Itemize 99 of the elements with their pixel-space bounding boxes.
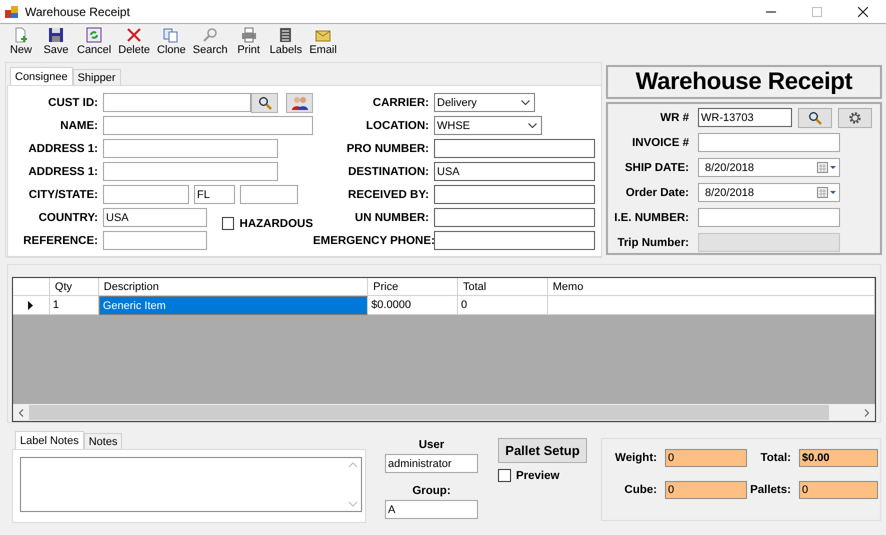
- field-label: RECEIVED BY:: [347, 188, 430, 200]
- input-field[interactable]: USA: [103, 208, 207, 227]
- refresh-icon: [86, 27, 102, 43]
- toolbar-button[interactable]: Delete: [115, 27, 154, 56]
- checkbox-label: HAZARDOUS: [240, 218, 313, 230]
- input-field[interactable]: [434, 231, 595, 250]
- gear-icon: [848, 110, 862, 124]
- input-field[interactable]: WR-13703: [698, 108, 792, 127]
- calendar-icon: [817, 186, 837, 198]
- field-label: SHIP DATE:: [624, 162, 690, 174]
- field-label: Cube:: [623, 484, 658, 496]
- tab[interactable]: Consignee: [10, 67, 73, 85]
- field-label: Pallets:: [749, 484, 792, 496]
- input-field[interactable]: [434, 185, 595, 204]
- document-stack-icon: [278, 27, 294, 43]
- search-icon: [202, 27, 218, 43]
- zip-field[interactable]: [240, 185, 298, 204]
- dropdown[interactable]: WHSE: [434, 116, 542, 135]
- window-title: Warehouse Receipt: [25, 4, 130, 18]
- field-label: WR #: [659, 112, 690, 124]
- notes-field[interactable]: [20, 457, 362, 512]
- field-label: LOCATION:: [364, 120, 430, 132]
- city-field[interactable]: [103, 185, 189, 204]
- input-field[interactable]: [103, 93, 251, 112]
- field-label: ADDRESS 1:: [27, 166, 99, 178]
- toolbar-button[interactable]: Print: [232, 27, 266, 56]
- field-label: CUST ID:: [47, 96, 99, 108]
- checkbox-label: Preview: [516, 470, 560, 482]
- field-label: CARRIER:: [372, 96, 430, 108]
- date-picker[interactable]: 8/20/2018: [698, 158, 840, 177]
- preview-checkbox[interactable]: [498, 469, 511, 482]
- field-label: UN NUMBER:: [354, 212, 430, 224]
- user-field[interactable]: administrator: [385, 454, 478, 473]
- form-heading: Warehouse Receipt: [636, 68, 852, 96]
- toolbar-button[interactable]: Save: [39, 27, 73, 56]
- field-label: I.E. NUMBER:: [613, 212, 690, 224]
- input-field[interactable]: [434, 208, 595, 227]
- field-label: EMERGENCY PHONE:: [313, 234, 434, 246]
- field-label: Total:: [760, 452, 792, 464]
- field-label: Group:: [412, 485, 451, 497]
- tab[interactable]: Label Notes: [15, 431, 84, 449]
- tab[interactable]: Shipper: [72, 69, 121, 85]
- input-field[interactable]: [103, 116, 313, 135]
- date-picker[interactable]: 8/20/2018: [698, 183, 840, 202]
- printer-icon: [240, 27, 257, 43]
- close-icon: [858, 6, 868, 16]
- field-label: Trip Number:: [616, 236, 690, 248]
- dropdown[interactable]: Delivery: [434, 93, 535, 112]
- field-label: User: [418, 439, 444, 451]
- caret-icon: [521, 100, 530, 105]
- field-label: INVOICE #: [631, 136, 690, 148]
- field-label: Order Date:: [624, 186, 690, 198]
- people-icon: [290, 94, 308, 110]
- search-button[interactable]: [798, 108, 832, 128]
- field-label: REFERENCE:: [22, 234, 99, 246]
- field-label: CITY/STATE:: [28, 188, 99, 200]
- input-field[interactable]: USA: [434, 162, 595, 181]
- calendar-icon: [817, 162, 837, 174]
- input-field[interactable]: [103, 162, 278, 181]
- table-cell[interactable]: Generic Item: [98, 296, 368, 315]
- field-label: Weight:: [614, 452, 658, 464]
- state-field[interactable]: FL: [194, 185, 235, 204]
- input-field[interactable]: [103, 139, 278, 158]
- new-document-icon: [13, 27, 29, 43]
- toolbar-button[interactable]: New: [4, 27, 38, 56]
- toolbar-button[interactable]: Email: [306, 27, 340, 56]
- group-field[interactable]: A: [385, 500, 478, 519]
- pallet-setup-button[interactable]: Pallet Setup: [498, 438, 587, 463]
- field-label: DESTINATION:: [347, 166, 430, 178]
- horizontal-scrollbar[interactable]: [13, 404, 875, 421]
- caret-icon: [528, 123, 537, 128]
- total-field[interactable]: $0.00: [799, 448, 878, 466]
- toolbar-button[interactable]: Labels: [266, 27, 306, 56]
- toolbar-button[interactable]: Clone: [154, 27, 189, 56]
- search-icon: [808, 110, 822, 124]
- search-button[interactable]: [251, 92, 278, 112]
- customer-button[interactable]: [286, 92, 313, 112]
- toolbar-button[interactable]: Cancel: [74, 27, 114, 56]
- copy-icon: [163, 27, 180, 43]
- field-label: ADDRESS 1:: [27, 142, 99, 154]
- field-label: NAME:: [59, 120, 99, 132]
- total-field[interactable]: 0: [665, 448, 747, 466]
- settings-button[interactable]: [838, 108, 872, 128]
- hazardous-checkbox[interactable]: [222, 217, 234, 230]
- maximize-icon: [812, 6, 822, 16]
- field-label: PRO NUMBER:: [346, 142, 430, 154]
- app-icon: [5, 4, 19, 18]
- cross-icon: [126, 27, 142, 43]
- total-field[interactable]: 0: [665, 480, 747, 498]
- input-field[interactable]: [103, 231, 207, 250]
- input-field[interactable]: [698, 133, 840, 152]
- input-field[interactable]: [698, 208, 840, 227]
- total-field[interactable]: 0: [799, 480, 878, 498]
- input-field[interactable]: [434, 139, 595, 158]
- search-icon: [258, 96, 272, 110]
- tab[interactable]: Notes: [84, 433, 122, 449]
- table-cell[interactable]: $0.0000: [368, 296, 458, 314]
- field-label: COUNTRY:: [38, 212, 99, 224]
- toolbar-button[interactable]: Search: [190, 27, 231, 56]
